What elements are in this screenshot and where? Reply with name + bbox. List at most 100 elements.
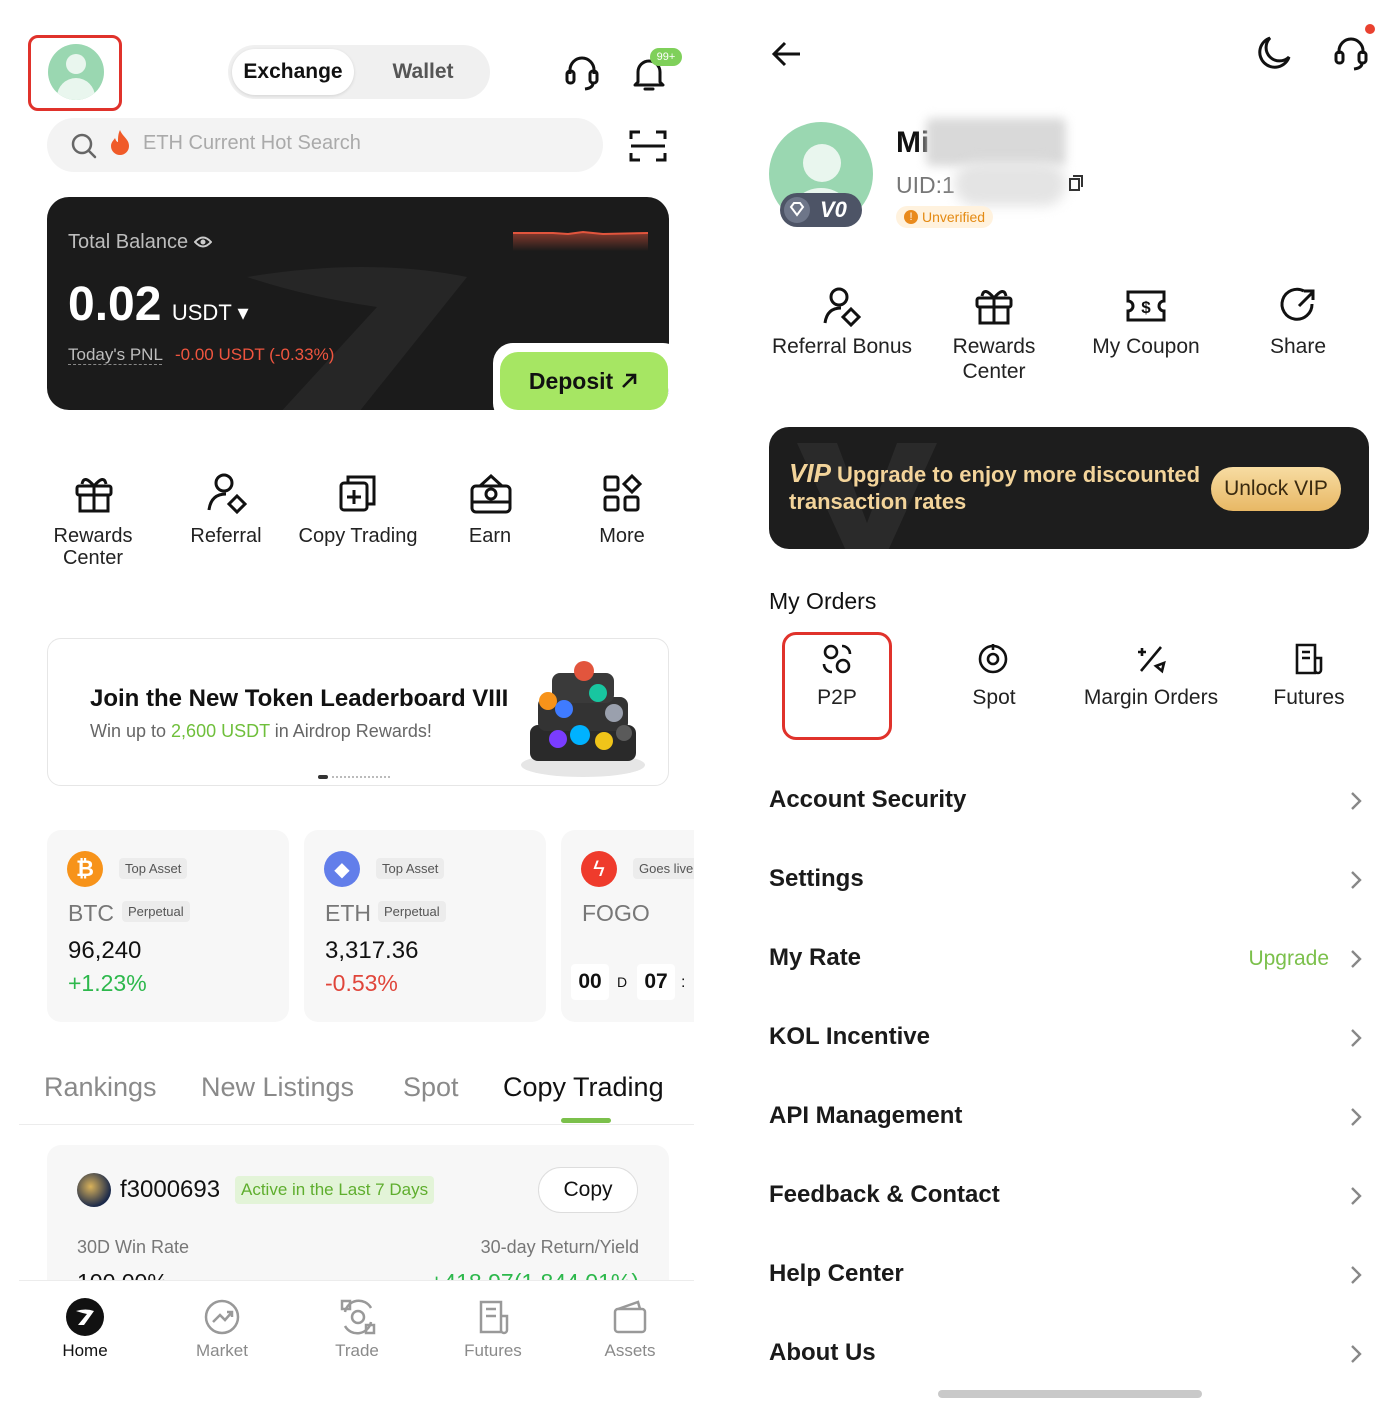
tab-rankings[interactable]: Rankings [44, 1072, 157, 1103]
eth-icon: ◆ [324, 851, 360, 887]
countdown-hours: 07 [637, 964, 675, 1000]
tab-spot[interactable]: Spot [403, 1072, 459, 1103]
copy-button[interactable]: Copy [538, 1167, 638, 1213]
menu-label: My Rate [769, 944, 862, 971]
earn-icon [470, 473, 512, 514]
activity-badge: Active in the Last 7 Days [235, 1176, 435, 1204]
menu-my-rate[interactable]: My Rate Upgrade [769, 930, 1369, 990]
vip-upgrade-banner[interactable]: VIP Upgrade to enjoy more discounted tra… [769, 427, 1369, 549]
banner-title: Join the New Token Leaderboard VIII [90, 685, 509, 712]
market-icon [204, 1299, 240, 1335]
asset-price: 96,240 [68, 937, 142, 964]
gift-icon [975, 290, 1013, 325]
quick-action-label: Rewards Center [53, 525, 133, 569]
countdown-days-unit: D [617, 974, 628, 990]
asset-symbol: FOGO [582, 900, 650, 926]
balance-amount: 0.02 USDT ▾ [68, 278, 249, 331]
grid-icon [603, 473, 643, 512]
exchange-home-screen: Exchange Wallet 99+ ETH Current Hot Sear… [0, 0, 694, 1412]
quick-link-label: Share [1269, 335, 1327, 358]
quick-action-label: Referral [190, 525, 262, 547]
back-arrow-icon[interactable] [770, 38, 804, 70]
wallet-tab[interactable]: Wallet [368, 49, 478, 95]
asset-card-eth[interactable]: ◆ Top Asset ETH Perpetual 3,317.36 -0.53… [304, 830, 546, 1022]
unverified-badge[interactable]: ! Unverified [896, 206, 994, 228]
upgrade-link[interactable]: Upgrade [1248, 947, 1329, 971]
vip-level-badge[interactable]: V0 [780, 193, 862, 227]
asset-card-btc[interactable]: ₿ Top Asset BTC Perpetual 96,240 +1.23% [47, 830, 289, 1022]
pnl-value: -0.00 USDT (-0.33%) [175, 345, 335, 364]
quick-link-label: My Coupon [1092, 335, 1200, 358]
trader-avatar [77, 1173, 111, 1207]
menu-help-center[interactable]: Help Center [769, 1246, 1369, 1306]
bottom-navigation: Home Market Trade Futures Assets [19, 1280, 694, 1412]
asset-tag: Top Asset [376, 858, 445, 879]
asset-symbol: ETH [325, 900, 371, 926]
fogo-icon: ϟ [581, 851, 617, 887]
flame-icon [111, 130, 129, 155]
asset-tag: Goes live [633, 858, 694, 879]
balance-sparkline [513, 230, 648, 251]
quick-link-label: Referral Bonus [771, 335, 913, 358]
pnl-label: Today's PNL [68, 345, 163, 365]
moon-icon[interactable] [1255, 34, 1293, 72]
total-balance-label: Total Balance [68, 231, 212, 254]
menu-label: About Us [769, 1339, 876, 1366]
tab-new-listings[interactable]: New Listings [201, 1072, 354, 1103]
active-tab-indicator [561, 1118, 611, 1123]
asset-card-fogo[interactable]: ϟ Goes live FOGO 00 D 07 : [561, 830, 694, 1022]
diamond-icon [784, 197, 810, 223]
futures-icon [1295, 643, 1323, 675]
asset-change: +1.23% [68, 970, 147, 996]
vip-banner-text: VIP Upgrade to enjoy more discounted tra… [789, 458, 1201, 515]
countdown-separator: : [681, 974, 686, 991]
support-headset-icon[interactable] [562, 52, 602, 92]
menu-label: KOL Incentive [769, 1023, 930, 1050]
win-rate-label: 30D Win Rate [77, 1237, 190, 1257]
menu-feedback-contact[interactable]: Feedback & Contact [769, 1167, 1369, 1227]
asset-symbol: BTC [68, 900, 114, 926]
support-headset-icon[interactable] [1332, 34, 1370, 72]
balance-unit-dropdown[interactable]: USDT ▾ [172, 300, 249, 325]
screen: Exchange Wallet 99+ ETH Current Hot Sear… [0, 0, 1384, 1412]
username: Mi [896, 126, 930, 159]
warning-icon: ! [904, 210, 918, 224]
menu-label: Account Security [769, 786, 967, 813]
menu-settings[interactable]: Settings [769, 851, 1369, 911]
my-orders-title: My Orders [769, 588, 877, 614]
deposit-button[interactable]: Deposit [500, 352, 668, 410]
chevron-right-icon [1351, 1029, 1362, 1047]
percent-icon [1138, 646, 1166, 674]
eye-icon[interactable] [193, 236, 212, 248]
asset-type-tag: Perpetual [122, 901, 190, 922]
order-label: Spot [972, 686, 1016, 709]
search-input[interactable]: ETH Current Hot Search [47, 118, 603, 172]
carousel-indicator [318, 775, 392, 779]
arrow-up-right-icon [622, 373, 637, 388]
copy-uid-icon[interactable] [1068, 172, 1086, 192]
home-icon [66, 1298, 104, 1336]
nav-label: Market [196, 1341, 248, 1360]
profile-avatar-button[interactable] [28, 35, 122, 111]
menu-about-us[interactable]: About Us [769, 1325, 1369, 1385]
search-icon [71, 133, 97, 159]
promo-banner[interactable]: Join the New Token Leaderboard VIII Win … [47, 638, 669, 786]
tab-copy-trading[interactable]: Copy Trading [503, 1072, 664, 1103]
menu-account-security[interactable]: Account Security [769, 772, 1369, 832]
token-stack-illustration [521, 661, 645, 777]
unlock-vip-button[interactable]: Unlock VIP [1211, 467, 1341, 511]
avatar [48, 44, 104, 100]
referral-bonus-icon [823, 287, 862, 327]
order-label: Futures [1273, 686, 1345, 709]
vip-level-text: V0 [820, 197, 847, 222]
unread-dot [1365, 24, 1375, 34]
menu-label: Feedback & Contact [769, 1181, 1000, 1208]
exchange-tab[interactable]: Exchange [232, 49, 354, 95]
scan-icon[interactable] [628, 128, 668, 164]
pnl-row: Today's PNL -0.00 USDT (-0.33%) [68, 345, 334, 365]
menu-api-management[interactable]: API Management [769, 1088, 1369, 1148]
menu-kol-incentive[interactable]: KOL Incentive [769, 1009, 1369, 1069]
chevron-right-icon [1351, 950, 1362, 968]
chevron-right-icon [1351, 1345, 1362, 1363]
copy-trader-card[interactable]: f3000693 Active in the Last 7 Days Copy … [47, 1145, 669, 1295]
